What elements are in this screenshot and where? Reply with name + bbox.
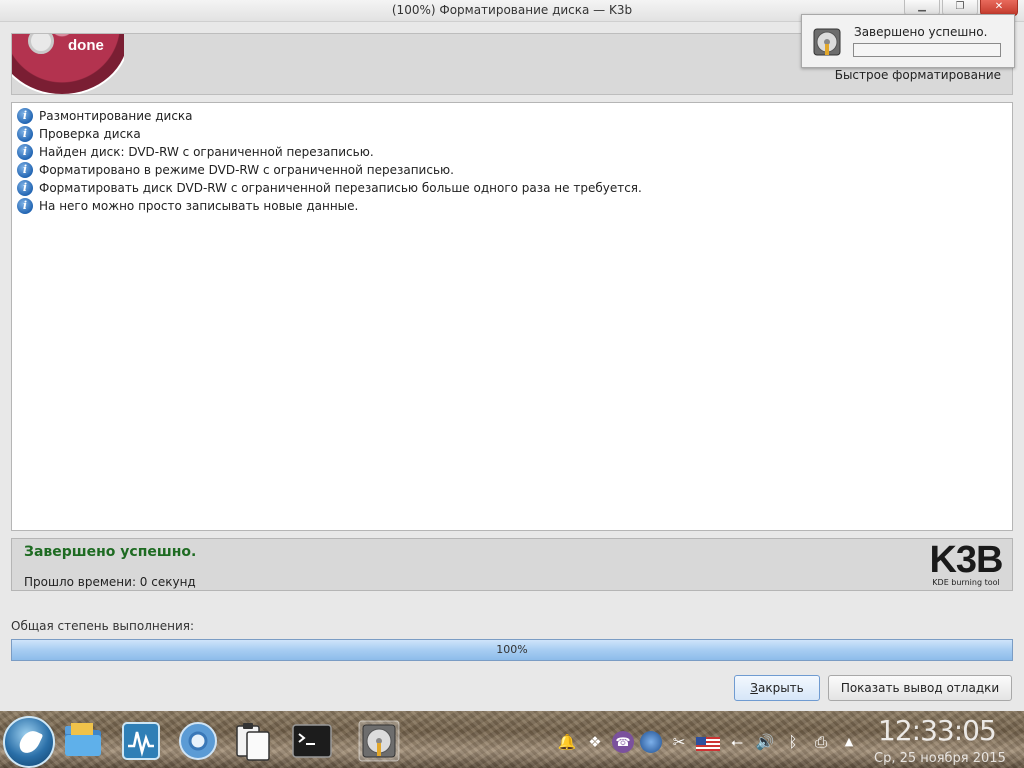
system-monitor-icon[interactable] <box>120 720 162 762</box>
notification-text: Завершено успешно. <box>854 25 988 39</box>
bluetooth-icon[interactable]: ᛒ <box>782 731 804 753</box>
log-item: i Размонтирование диска <box>12 107 1012 125</box>
disc-done-logo: done <box>12 34 124 94</box>
notification-popup[interactable]: Завершено успешно. <box>801 14 1015 68</box>
us-flag-icon[interactable] <box>696 737 720 751</box>
network-globe-icon[interactable] <box>640 731 662 753</box>
log-item: i Проверка диска <box>12 125 1012 143</box>
info-icon: i <box>17 198 33 214</box>
volume-icon[interactable]: 🔊 <box>754 731 776 753</box>
file-manager-icon[interactable] <box>62 720 104 762</box>
status-panel: Завершено успешно. Прошло времени: 0 сек… <box>11 538 1013 591</box>
log-item: i На него можно просто записывать новые д… <box>12 197 1012 215</box>
bell-icon[interactable]: 🔔 <box>556 731 578 753</box>
show-debug-output-button[interactable]: Показать вывод отладки <box>828 675 1012 701</box>
log-item-text: Размонтирование диска <box>39 109 193 123</box>
overall-progress-bar: 100% <box>11 639 1013 661</box>
log-item: i Форматировано в режиме DVD-RW с огранич… <box>12 161 1012 179</box>
k3b-logo-text: K3B <box>929 539 1003 581</box>
optical-drive-icon <box>813 28 841 56</box>
info-icon: i <box>17 162 33 178</box>
operation-label: Быстрое форматирование <box>834 68 1001 82</box>
done-label: done <box>68 37 104 54</box>
scissors-icon[interactable]: ✂ <box>668 731 690 753</box>
log-list[interactable]: i Размонтирование диска i Проверка диска i На… <box>11 102 1013 531</box>
log-item-text: Форматировать диск DVD-RW с ограниченной… <box>39 181 642 195</box>
chromium-icon[interactable] <box>177 720 219 762</box>
viber-icon[interactable]: ☎ <box>612 731 634 753</box>
log-item-text: Найден диск: DVD-RW с ограниченной перез… <box>39 145 374 159</box>
dropbox-icon[interactable]: ❖ <box>584 731 606 753</box>
info-icon: i <box>17 180 33 196</box>
k3b-logo: K3B KDE burning tool <box>926 540 1006 590</box>
info-icon: i <box>17 144 33 160</box>
usb-icon[interactable]: ⭠ <box>726 731 748 753</box>
log-item: i Найден диск: DVD-RW с ограниченной пере… <box>12 143 1012 161</box>
system-tray: 🔔 ❖ ☎ ✂ ⭠ 🔊 ᛒ ⎙ ▲ <box>556 731 860 753</box>
log-item-text: На него можно просто записывать новые да… <box>39 199 359 213</box>
k3b-task-icon[interactable] <box>358 720 400 762</box>
date[interactable]: Ср, 25 ноября 2015 <box>874 751 1006 766</box>
close-button[interactable]: Закрыть <box>734 675 820 701</box>
clipboard-icon[interactable] <box>232 720 274 762</box>
printer-icon[interactable]: ⎙ <box>810 731 832 753</box>
status-title: Завершено успешно. <box>24 544 197 560</box>
terminal-icon[interactable] <box>291 720 333 762</box>
log-item-text: Форматировано в режиме DVD-RW с ограниче… <box>39 163 454 177</box>
k3b-tagline: KDE burning tool <box>932 578 1000 587</box>
log-item: i Форматировать диск DVD-RW с ограниченно… <box>12 179 1012 197</box>
info-icon: i <box>17 108 33 124</box>
progress-percent: 100% <box>496 643 528 656</box>
notification-progress <box>853 43 1001 57</box>
window-title: (100%) Форматирование диска — K3b <box>391 3 633 17</box>
info-icon: i <box>17 126 33 142</box>
clock[interactable]: 12:33:05 <box>878 714 997 747</box>
overall-progress-label: Общая степень выполнения: <box>11 619 195 633</box>
taskbar: 🔔 ❖ ☎ ✂ ⭠ 🔊 ᛒ ⎙ ▲ 12:33:05 Ср, 25 ноября… <box>0 711 1024 768</box>
elapsed-time: Прошло времени: 0 секунд <box>24 575 196 589</box>
tray-expand-icon[interactable]: ▲ <box>838 731 860 753</box>
start-menu-button[interactable] <box>3 716 55 768</box>
log-item-text: Проверка диска <box>39 127 141 141</box>
